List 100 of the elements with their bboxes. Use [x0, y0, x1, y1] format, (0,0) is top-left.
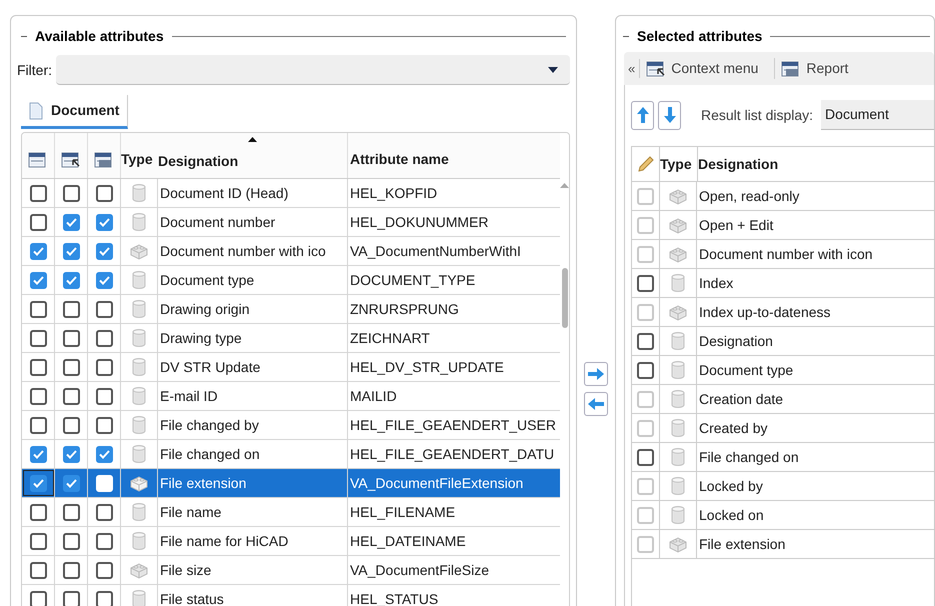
- selected-attribute-row[interactable]: File changed on: [632, 443, 934, 472]
- move-up-button[interactable]: [631, 100, 654, 130]
- sort-arrow-icon: [248, 137, 257, 142]
- attribute-name-cell-text: HEL_STATUS: [350, 590, 438, 606]
- checkbox[interactable]: [96, 242, 112, 260]
- column-header[interactable]: Attribute name: [350, 149, 449, 170]
- column-header[interactable]: Designation: [698, 154, 778, 174]
- cylinder-icon: [671, 274, 685, 292]
- cylinder-icon: [132, 300, 146, 318]
- attribute-row[interactable]: E-mail ID MAILID: [22, 382, 560, 411]
- cylinder-icon: [132, 358, 146, 376]
- checkbox[interactable]: [62, 272, 80, 288]
- designation-cell-text: File extension: [699, 535, 786, 554]
- checkbox[interactable]: [96, 504, 112, 520]
- checkbox[interactable]: [637, 362, 654, 378]
- checkbox[interactable]: [30, 184, 46, 202]
- column-header[interactable]: Type: [121, 149, 153, 170]
- checkbox[interactable]: [30, 272, 46, 288]
- attribute-row[interactable]: File name HEL_FILENAME: [22, 498, 560, 527]
- add-button[interactable]: [584, 362, 608, 386]
- checkbox[interactable]: [637, 332, 654, 350]
- checkbox[interactable]: [96, 358, 112, 376]
- checkbox[interactable]: [96, 532, 112, 550]
- checkbox[interactable]: [62, 242, 80, 260]
- checkbox[interactable]: [96, 214, 112, 230]
- attribute-row[interactable]: File name for HiCAD HEL_DATEINAME: [22, 527, 560, 556]
- checkbox[interactable]: [62, 388, 80, 404]
- remove-button[interactable]: [584, 392, 608, 416]
- toolbar-button[interactable]: Context menu: [640, 58, 776, 79]
- move-down-button[interactable]: [658, 100, 681, 130]
- checkbox[interactable]: [62, 474, 80, 492]
- checkbox[interactable]: [96, 590, 112, 606]
- attribute-row[interactable]: Document number HEL_DOKUNUMMER: [22, 208, 560, 237]
- designation-cell-text: File changed on: [699, 448, 799, 467]
- checkbox[interactable]: [637, 274, 654, 292]
- checkbox[interactable]: [30, 532, 46, 550]
- attribute-row[interactable]: Document type DOCUMENT_TYPE: [22, 266, 560, 295]
- checkmark-icon: [66, 478, 76, 488]
- attribute-row[interactable]: File changed on HEL_FILE_GEAENDERT_DATU: [22, 440, 560, 469]
- checkmark-icon: [98, 246, 110, 256]
- designation-cell-text: Drawing origin: [160, 300, 250, 319]
- checkbox[interactable]: [30, 300, 46, 318]
- checkbox[interactable]: [30, 416, 46, 434]
- checkmark-icon: [66, 450, 76, 458]
- attribute-row[interactable]: Drawing origin ZNRURSPRUNG: [22, 295, 560, 324]
- down-arrow-icon: [664, 106, 676, 124]
- checkbox[interactable]: [96, 446, 112, 462]
- attribute-row[interactable]: Drawing type ZEICHNART: [22, 324, 560, 353]
- checkbox[interactable]: [30, 358, 46, 376]
- attribute-row[interactable]: File size VA_DocumentFileSize: [22, 556, 560, 585]
- checkbox[interactable]: [62, 330, 80, 346]
- checkbox[interactable]: [96, 184, 112, 202]
- group-title: Available attributes: [35, 27, 164, 46]
- checkbox[interactable]: [30, 388, 46, 404]
- column-header[interactable]: Designation: [158, 151, 238, 172]
- checkbox[interactable]: [62, 300, 80, 318]
- result-list-display-dropdown[interactable]: Document: [821, 100, 934, 130]
- checkbox[interactable]: [30, 242, 46, 260]
- checkbox[interactable]: [96, 272, 112, 288]
- checkbox[interactable]: [30, 590, 46, 606]
- checkbox[interactable]: [62, 416, 80, 434]
- selected-attribute-row[interactable]: Designation: [632, 327, 934, 356]
- checkbox[interactable]: [62, 532, 80, 550]
- checkbox[interactable]: [30, 214, 46, 230]
- attribute-row[interactable]: Document ID (Head) HEL_KOPFID: [22, 179, 560, 208]
- column-header[interactable]: Type: [660, 154, 692, 174]
- collapse-button[interactable]: «: [624, 58, 640, 78]
- checkbox[interactable]: [62, 446, 80, 462]
- designation-cell-text: Designation: [699, 332, 773, 351]
- checkbox[interactable]: [62, 358, 80, 376]
- selected-attribute-row[interactable]: Index: [632, 269, 934, 298]
- brick-icon: [668, 245, 688, 263]
- checkbox[interactable]: [96, 330, 112, 346]
- checkmark-icon: [32, 450, 44, 458]
- checkbox[interactable]: [96, 300, 112, 318]
- cylinder-icon: [132, 213, 146, 231]
- checkbox[interactable]: [96, 388, 112, 404]
- checkbox[interactable]: [637, 448, 654, 466]
- checkbox[interactable]: [62, 184, 80, 202]
- checkbox[interactable]: [96, 562, 112, 578]
- checkbox[interactable]: [30, 562, 46, 578]
- checkbox[interactable]: [30, 330, 46, 346]
- checkbox[interactable]: [62, 590, 80, 606]
- toolbar-button[interactable]: Report: [775, 58, 854, 79]
- scrollbar-thumb[interactable]: [562, 268, 568, 328]
- attribute-row[interactable]: DV STR Update HEL_DV_STR_UPDATE: [22, 353, 560, 382]
- checkbox[interactable]: [30, 474, 46, 492]
- checkbox[interactable]: [62, 214, 80, 230]
- checkbox[interactable]: [62, 562, 80, 578]
- selected-attribute-row[interactable]: Document type: [632, 356, 934, 385]
- checkbox[interactable]: [62, 504, 80, 520]
- document-tab[interactable]: Document: [21, 95, 128, 129]
- checkbox[interactable]: [96, 416, 112, 434]
- context-menu-icon: [646, 60, 666, 78]
- attribute-row[interactable]: File extension VA_DocumentFileExtension: [22, 469, 560, 498]
- checkbox[interactable]: [30, 446, 46, 462]
- attribute-row[interactable]: Document number with ico VA_DocumentNumberWithI: [22, 237, 560, 266]
- attribute-row[interactable]: File changed by HEL_FILE_GEAENDERT_USER: [22, 411, 560, 440]
- checkbox[interactable]: [30, 504, 46, 520]
- cylinder-icon: [132, 590, 146, 606]
